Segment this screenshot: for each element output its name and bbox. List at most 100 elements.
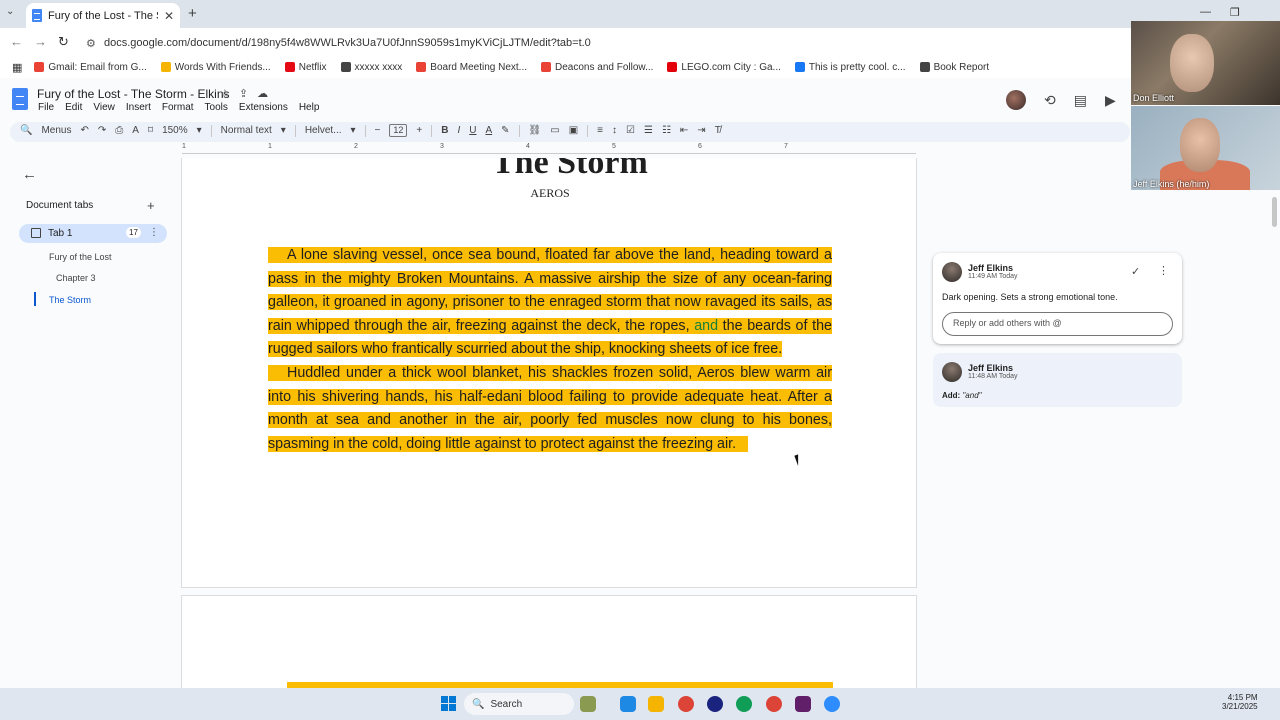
document-body[interactable]: A lone slaving vessel, once sea bound, f… [268, 244, 832, 456]
bold-icon[interactable]: B [441, 125, 448, 136]
minimize-icon[interactable]: — [1200, 6, 1211, 18]
menu-help[interactable]: Help [299, 102, 320, 113]
resolve-check-icon[interactable]: ✓ [1131, 265, 1140, 278]
bookmark-item[interactable]: xxxxx xxxx [340, 62, 402, 73]
print-icon[interactable]: ⎙ [115, 125, 123, 136]
zoom-chevron-icon[interactable]: ▾ [197, 125, 202, 136]
chrome-icon[interactable] [678, 696, 694, 712]
checklist-icon[interactable]: ☑ [626, 125, 635, 136]
text-color-icon[interactable]: A [485, 125, 492, 136]
forward-icon[interactable]: → [34, 34, 47, 49]
docs-logo-icon[interactable] [12, 88, 28, 110]
outline-item-storm[interactable]: The Storm [49, 295, 91, 305]
paragraph-1[interactable]: A lone slaving vessel, once sea bound, f… [268, 247, 832, 358]
font-chevron-icon[interactable]: ▾ [351, 125, 356, 136]
insert-image-icon[interactable]: ▣ [569, 125, 578, 136]
move-icon[interactable]: ⇪ [239, 87, 248, 100]
search-menus-icon[interactable]: 🔍 [20, 125, 32, 136]
new-tab-icon[interactable]: + [188, 5, 197, 22]
comment-more-icon[interactable]: ⋮ [1158, 264, 1169, 277]
apps-grid-icon[interactable]: ▦ [12, 61, 22, 74]
cloud-status-icon[interactable]: ☁ [257, 87, 268, 100]
outline-item-title[interactable]: Fury of the Lost [49, 252, 112, 262]
bookmark-item[interactable]: Gmail: Email from G... [34, 62, 147, 73]
menu-file[interactable]: File [38, 102, 54, 113]
align-icon[interactable]: ≡ [597, 125, 603, 136]
redo-icon[interactable]: ↷ [98, 125, 106, 136]
font-size-input[interactable]: 12 [389, 124, 408, 137]
doc-tab-1[interactable] [19, 224, 167, 243]
add-comment-icon[interactable]: ▭ [550, 125, 559, 136]
decrease-size-icon[interactable]: − [375, 125, 381, 136]
chapter-heading[interactable]: The Storm [492, 158, 648, 182]
document-title[interactable]: Fury of the Lost - The Storm - Elkins [37, 87, 230, 101]
menu-view[interactable]: View [93, 102, 115, 113]
increase-indent-icon[interactable]: ⇥ [697, 125, 705, 136]
bookmark-item[interactable]: Board Meeting Next... [416, 62, 527, 73]
font-select[interactable]: Helvet... [305, 125, 342, 136]
style-chevron-icon[interactable]: ▾ [281, 125, 286, 136]
slack-icon[interactable] [795, 696, 811, 712]
menu-insert[interactable]: Insert [126, 102, 151, 113]
bulleted-list-icon[interactable]: ☰ [644, 125, 653, 136]
link-icon[interactable]: ⛓ [529, 125, 542, 136]
add-tab-icon[interactable]: + [147, 198, 155, 213]
tab-search-chevron-icon[interactable]: ⌄ [6, 6, 14, 17]
widgets-icon[interactable] [580, 696, 596, 712]
app-icon[interactable] [736, 696, 752, 712]
taskbar-search[interactable]: 🔍 Search [464, 693, 574, 715]
section-subheading[interactable]: AEROS [182, 186, 916, 201]
site-info-icon[interactable]: ⚙ [86, 37, 96, 50]
edge-icon[interactable] [620, 696, 636, 712]
menu-tools[interactable]: Tools [205, 102, 228, 113]
suggested-insertion[interactable]: and [694, 318, 718, 334]
paragraph-2[interactable]: Huddled under a thick wool blanket, his … [268, 364, 832, 452]
windows-start-icon[interactable] [441, 696, 456, 711]
restore-icon[interactable]: ❐ [1230, 6, 1240, 19]
bookmark-item[interactable]: Book Report [919, 62, 989, 73]
version-history-icon[interactable]: ⟲ [1044, 92, 1056, 109]
zoom-select[interactable]: 150% [162, 125, 188, 136]
decrease-indent-icon[interactable]: ⇤ [680, 125, 688, 136]
reload-icon[interactable]: ↻ [58, 34, 69, 50]
increase-size-icon[interactable]: + [416, 125, 422, 136]
bookmark-item[interactable]: Deacons and Follow... [541, 62, 653, 73]
line-spacing-icon[interactable]: ↕ [612, 125, 617, 136]
collaborator-avatar[interactable] [1006, 90, 1026, 110]
close-outline-icon[interactable]: ← [22, 166, 37, 183]
scrollbar-thumb[interactable] [1272, 197, 1277, 227]
bookmark-item[interactable]: Netflix [284, 62, 327, 73]
file-explorer-icon[interactable] [648, 696, 664, 712]
app-icon[interactable] [707, 696, 723, 712]
close-tab-icon[interactable]: ✕ [164, 9, 174, 23]
star-icon[interactable]: ☆ [220, 87, 230, 100]
search-menus-label[interactable]: Menus [41, 125, 71, 136]
clear-formatting-icon[interactable]: T̸ [715, 125, 721, 136]
document-page[interactable]: The Storm AEROS A lone slaving vessel, o… [181, 158, 917, 588]
reply-input[interactable]: Reply or add others with @ [942, 312, 1173, 336]
zoom-icon[interactable] [824, 696, 840, 712]
undo-icon[interactable]: ↶ [80, 125, 88, 136]
spellcheck-icon[interactable]: A [132, 125, 139, 136]
italic-icon[interactable]: I [457, 125, 460, 136]
menu-edit[interactable]: Edit [65, 102, 82, 113]
back-icon[interactable]: ← [10, 34, 23, 49]
browser-tab-active[interactable]: Fury of the Lost - The Storm - E ✕ [26, 3, 180, 28]
numbered-list-icon[interactable]: ☷ [662, 125, 671, 136]
menu-format[interactable]: Format [162, 102, 194, 113]
url-field[interactable]: docs.google.com/document/d/198ny5f4w8WWL… [104, 37, 591, 49]
meet-icon[interactable]: ▶ [1105, 92, 1116, 109]
ruler[interactable]: 1 1 2 3 4 5 6 7 [182, 143, 916, 157]
underline-icon[interactable]: U [469, 125, 476, 136]
outline-item-chapter[interactable]: Chapter 3 [56, 273, 96, 283]
taskbar-clock[interactable]: 4:15 PM 3/21/2025 [1222, 693, 1258, 711]
bookmark-item[interactable]: This is pretty cool. c... [794, 62, 906, 73]
menu-extensions[interactable]: Extensions [239, 102, 288, 113]
bookmark-item[interactable]: LEGO.com City : Ga... [667, 62, 781, 73]
highlight-icon[interactable]: ✎ [501, 125, 509, 136]
bookmark-item[interactable]: Words With Friends... [160, 62, 271, 73]
style-select[interactable]: Normal text [221, 125, 272, 136]
tab-more-icon[interactable]: ⋮ [149, 227, 159, 238]
chrome-icon[interactable] [766, 696, 782, 712]
comments-icon[interactable]: ▤ [1074, 92, 1087, 109]
